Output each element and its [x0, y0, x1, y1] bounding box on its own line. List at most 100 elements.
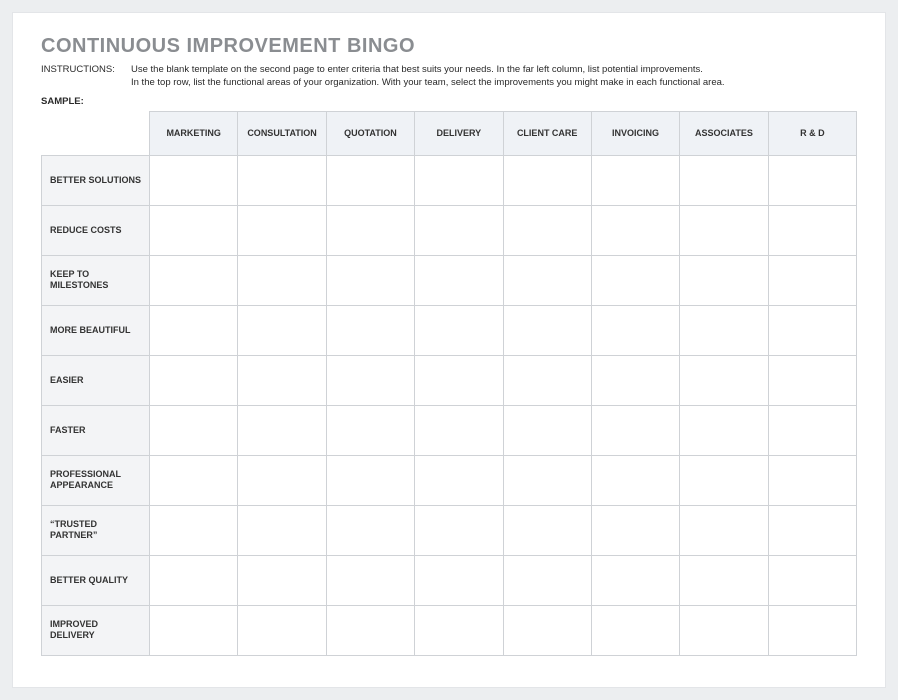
cell: [503, 405, 591, 455]
cell: [768, 505, 856, 555]
cell: [680, 605, 768, 655]
cell: [326, 505, 414, 555]
cell: [150, 455, 238, 505]
table-row: “TRUSTED PARTNER”: [42, 505, 857, 555]
table-row: FASTER: [42, 405, 857, 455]
cell: [591, 505, 679, 555]
instructions-line-1: Use the blank template on the second pag…: [131, 64, 857, 77]
cell: [415, 205, 503, 255]
cell: [150, 305, 238, 355]
cell: [503, 255, 591, 305]
col-header: R & D: [768, 111, 856, 155]
instructions-row: INSTRUCTIONS: Use the blank template on …: [41, 64, 857, 90]
cell: [503, 205, 591, 255]
cell: [415, 505, 503, 555]
row-header: BETTER SOLUTIONS: [42, 155, 150, 205]
table-row: BETTER QUALITY: [42, 555, 857, 605]
cell: [326, 255, 414, 305]
cell: [415, 555, 503, 605]
instructions-text: Use the blank template on the second pag…: [131, 64, 857, 90]
table-row: IMPROVED DELIVERY: [42, 605, 857, 655]
page-title: CONTINUOUS IMPROVEMENT BINGO: [41, 35, 857, 58]
cell: [503, 155, 591, 205]
cell: [326, 155, 414, 205]
col-header: QUOTATION: [326, 111, 414, 155]
cell: [326, 555, 414, 605]
cell: [415, 455, 503, 505]
row-header: MORE BEAUTIFUL: [42, 305, 150, 355]
cell: [503, 455, 591, 505]
cell: [591, 605, 679, 655]
sample-label: SAMPLE:: [41, 96, 131, 107]
table-row: PROFESSIONAL APPEARANCE: [42, 455, 857, 505]
cell: [591, 305, 679, 355]
cell: [680, 305, 768, 355]
cell: [415, 255, 503, 305]
cell: [768, 605, 856, 655]
row-header: PROFESSIONAL APPEARANCE: [42, 455, 150, 505]
col-header: DELIVERY: [415, 111, 503, 155]
cell: [680, 205, 768, 255]
row-header: REDUCE COSTS: [42, 205, 150, 255]
col-header: CONSULTATION: [238, 111, 326, 155]
row-header: KEEP TO MILESTONES: [42, 255, 150, 305]
cell: [415, 355, 503, 405]
cell: [326, 455, 414, 505]
cell: [326, 355, 414, 405]
cell: [680, 455, 768, 505]
cell: [591, 455, 679, 505]
cell: [415, 305, 503, 355]
table-row: BETTER SOLUTIONS: [42, 155, 857, 205]
cell: [238, 255, 326, 305]
col-header: ASSOCIATES: [680, 111, 768, 155]
cell: [326, 605, 414, 655]
row-header: BETTER QUALITY: [42, 555, 150, 605]
cell: [591, 155, 679, 205]
cell: [150, 155, 238, 205]
row-header: FASTER: [42, 405, 150, 455]
cell: [326, 305, 414, 355]
cell: [150, 505, 238, 555]
table-header-row: MARKETING CONSULTATION QUOTATION DELIVER…: [42, 111, 857, 155]
cell: [238, 405, 326, 455]
cell: [768, 555, 856, 605]
cell: [680, 255, 768, 305]
cell: [591, 555, 679, 605]
cell: [768, 205, 856, 255]
cell: [680, 505, 768, 555]
cell: [238, 505, 326, 555]
cell: [591, 205, 679, 255]
col-header: CLIENT CARE: [503, 111, 591, 155]
cell: [150, 355, 238, 405]
instructions-line-2: In the top row, list the functional area…: [131, 77, 857, 90]
cell: [415, 155, 503, 205]
row-header: IMPROVED DELIVERY: [42, 605, 150, 655]
cell: [768, 355, 856, 405]
cell: [238, 555, 326, 605]
cell: [503, 305, 591, 355]
row-header: EASIER: [42, 355, 150, 405]
cell: [326, 205, 414, 255]
cell: [768, 155, 856, 205]
cell: [150, 555, 238, 605]
instructions-label: INSTRUCTIONS:: [41, 64, 131, 90]
cell: [680, 355, 768, 405]
cell: [680, 155, 768, 205]
cell: [680, 555, 768, 605]
cell: [238, 205, 326, 255]
col-header: INVOICING: [591, 111, 679, 155]
table-row: REDUCE COSTS: [42, 205, 857, 255]
col-header: MARKETING: [150, 111, 238, 155]
sample-row: SAMPLE:: [41, 96, 857, 107]
cell: [238, 305, 326, 355]
cell: [238, 455, 326, 505]
cell: [591, 355, 679, 405]
cell: [768, 255, 856, 305]
table-body: BETTER SOLUTIONS REDUCE COSTS KEEP TO MI…: [42, 155, 857, 655]
cell: [591, 255, 679, 305]
cell: [768, 305, 856, 355]
cell: [150, 605, 238, 655]
table-row: KEEP TO MILESTONES: [42, 255, 857, 305]
bingo-table: MARKETING CONSULTATION QUOTATION DELIVER…: [41, 111, 857, 656]
cell: [680, 405, 768, 455]
